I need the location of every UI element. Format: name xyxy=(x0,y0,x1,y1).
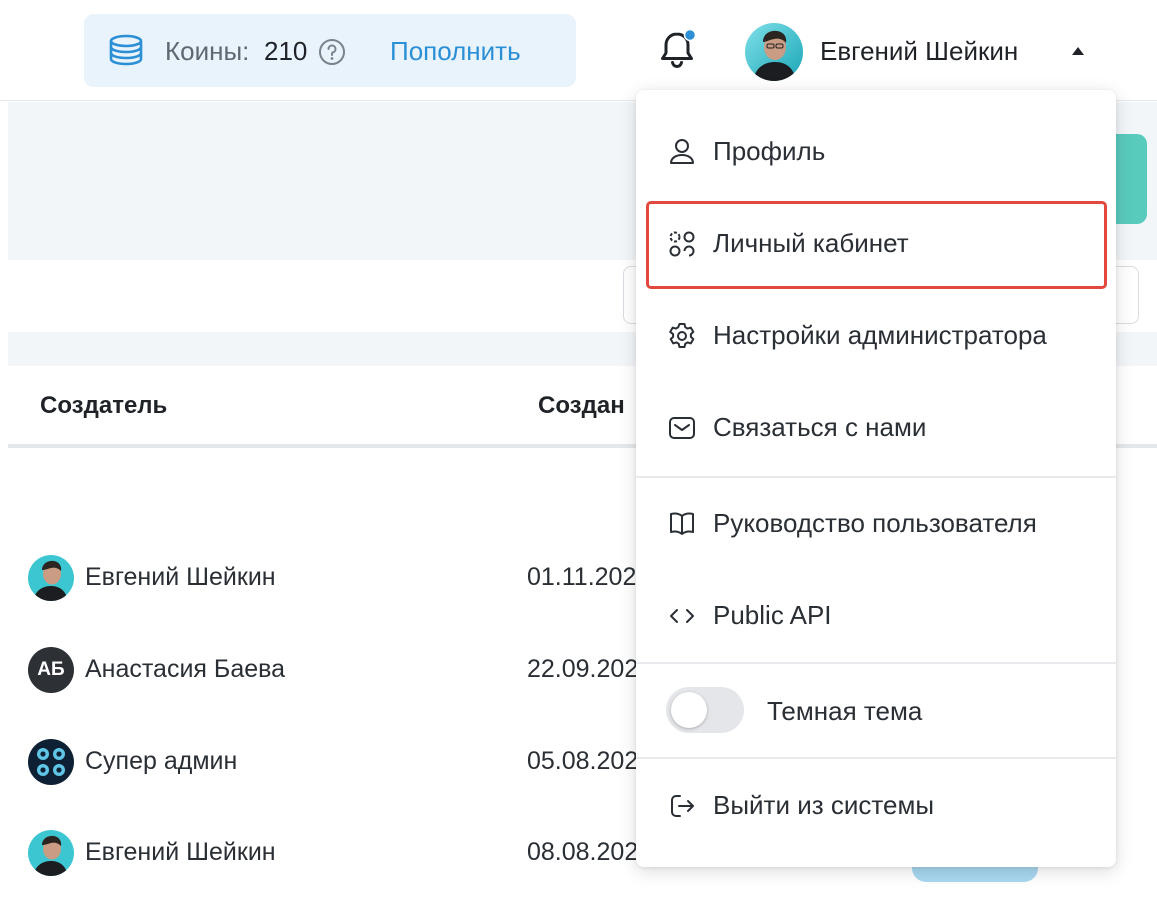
notification-bell-icon[interactable] xyxy=(656,28,698,72)
row-created-date: 08.08.202 xyxy=(527,838,639,866)
row-creator-name: Евгений Шейкин xyxy=(85,838,276,866)
topup-link[interactable]: Пополнить xyxy=(390,36,521,67)
avatar: АБ xyxy=(28,647,74,693)
coins-icon xyxy=(109,34,143,66)
toggle-knob xyxy=(671,692,707,728)
book-icon xyxy=(670,512,694,535)
top-bar: Коины: 210 Пополнить Евгений Шейкин xyxy=(0,0,1157,101)
help-icon[interactable] xyxy=(318,38,346,66)
menu-item-label: Настройки администратора xyxy=(713,320,1047,350)
avatar-initials: АБ xyxy=(28,647,74,693)
dark-theme-toggle[interactable] xyxy=(666,687,744,733)
user-menu-button[interactable]: Евгений Шейкин xyxy=(743,20,1093,84)
row-created-date: 05.08.202 xyxy=(527,747,639,775)
code-icon xyxy=(670,609,694,623)
gear-icon xyxy=(669,323,695,348)
coins-label: Коины: xyxy=(165,36,250,66)
user-icon xyxy=(670,139,694,164)
menu-divider xyxy=(636,662,1116,664)
dashboard-icon xyxy=(669,231,695,257)
coins-panel: Коины: 210 Пополнить xyxy=(84,14,576,87)
row-creator-name: Супер админ xyxy=(85,747,238,775)
row-created-date: 22.09.202 xyxy=(527,655,639,683)
column-header-created[interactable]: Создан xyxy=(538,392,625,420)
user-dropdown-menu: Профиль Личный кабинет Настройки админис… xyxy=(636,90,1116,867)
menu-item-label: Профиль xyxy=(713,136,826,166)
menu-item-label: Public API xyxy=(713,600,832,630)
mail-icon xyxy=(669,417,695,439)
caret-up-icon xyxy=(1072,47,1084,55)
avatar xyxy=(28,739,74,785)
menu-item-label: Выйти из системы xyxy=(713,790,935,820)
menu-item-label: Руководство пользователя xyxy=(713,508,1037,538)
menu-item-label: Связаться с нами xyxy=(713,412,927,442)
menu-item-personal-account[interactable]: Личный кабинет xyxy=(636,197,1116,289)
menu-item-public-api[interactable]: Public API xyxy=(636,569,1116,661)
row-creator-name: Евгений Шейкин xyxy=(85,563,276,591)
table-row[interactable]: Евгений Шейкин 01.11.202 xyxy=(8,548,648,608)
dark-theme-label: Темная тема xyxy=(767,696,923,726)
menu-item-contact-us[interactable]: Связаться с нами xyxy=(636,381,1116,473)
menu-item-profile[interactable]: Профиль xyxy=(636,105,1116,197)
table-row[interactable]: Евгений Шейкин 08.08.202 xyxy=(8,823,648,883)
column-header-creator[interactable]: Создатель xyxy=(40,392,167,420)
row-created-date: 01.11.202 xyxy=(527,563,637,591)
coins-value: 210 xyxy=(264,36,308,66)
user-name: Евгений Шейкин xyxy=(820,36,1019,66)
menu-item-user-guide[interactable]: Руководство пользователя xyxy=(636,477,1116,569)
table-row[interactable]: АБ Анастасия Баева 22.09.202 xyxy=(8,640,648,700)
table-row[interactable]: Супер админ 05.08.202 xyxy=(8,732,648,792)
menu-item-admin-settings[interactable]: Настройки администратора xyxy=(636,289,1116,381)
row-creator-name: Анастасия Баева xyxy=(85,655,286,683)
menu-item-logout[interactable]: Выйти из системы xyxy=(636,759,1116,851)
avatar xyxy=(745,23,803,81)
logout-icon xyxy=(671,795,694,817)
avatar xyxy=(28,830,74,876)
avatar xyxy=(28,555,74,601)
menu-item-label: Личный кабинет xyxy=(713,228,909,258)
